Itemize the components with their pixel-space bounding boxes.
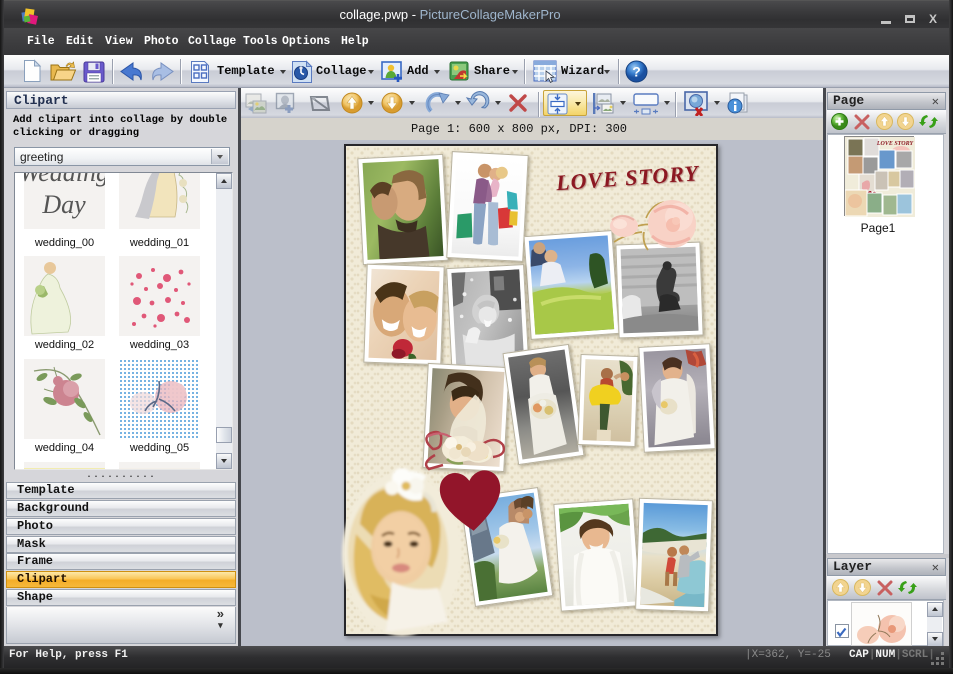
svg-text:Wedding: Wedding [24, 172, 105, 187]
svg-text:?: ? [632, 64, 641, 80]
svg-text:Day: Day [41, 190, 86, 219]
svg-text:LOVE STORY: LOVE STORY [876, 141, 915, 147]
